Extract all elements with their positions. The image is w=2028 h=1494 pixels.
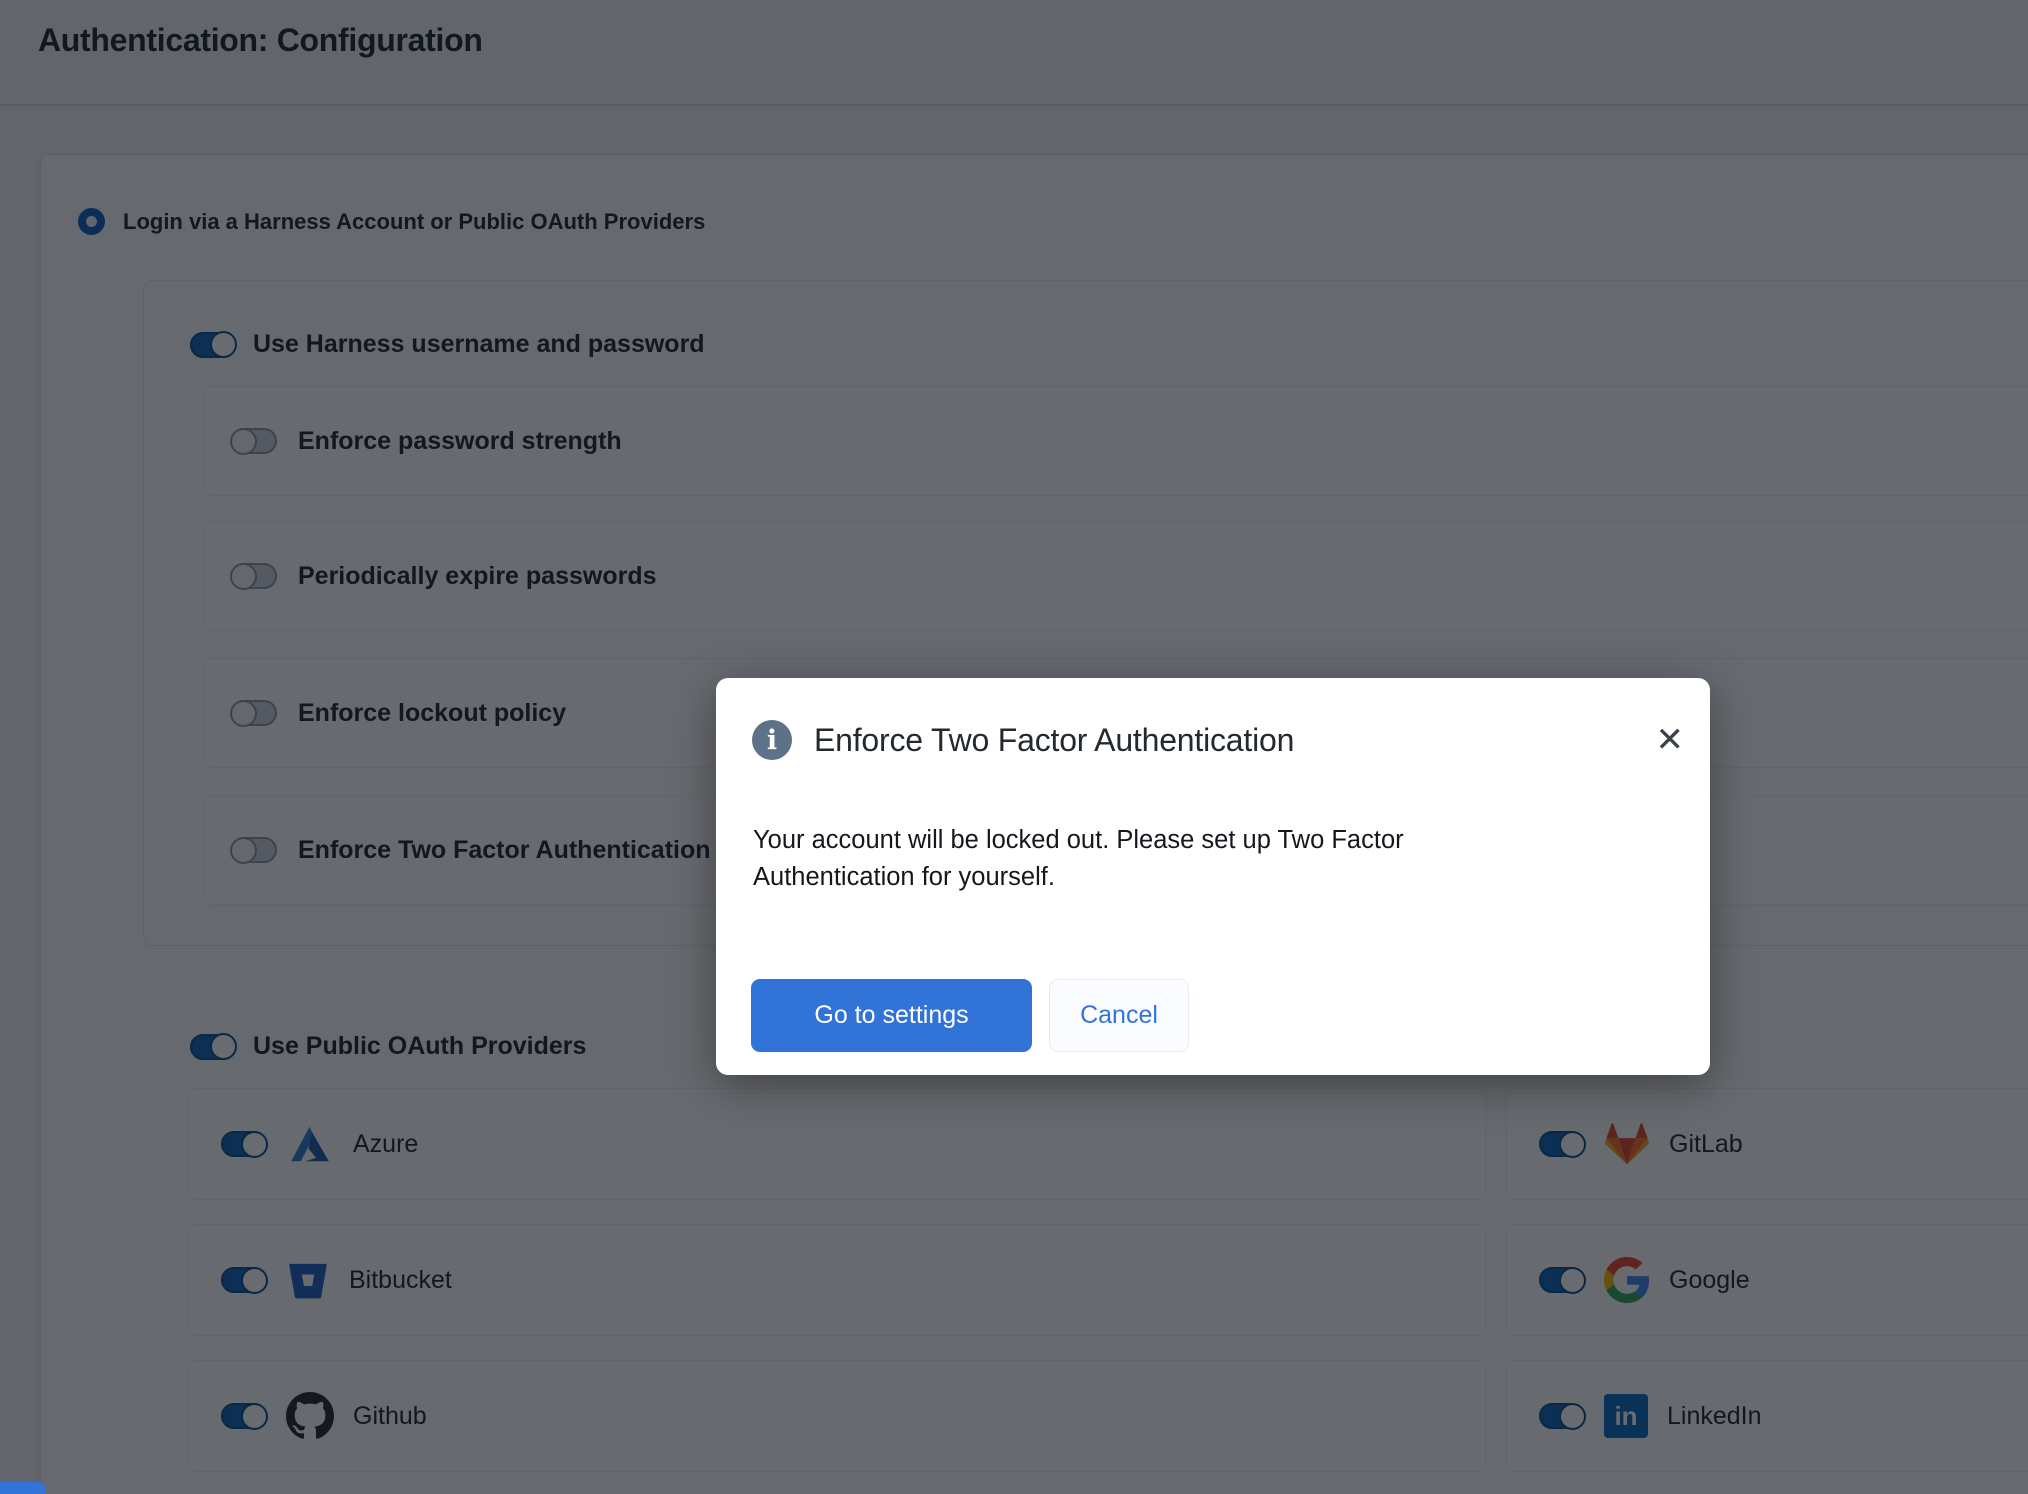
authentication-configuration-page: Authentication: Configuration Login via …: [0, 0, 2028, 1494]
close-icon[interactable]: ✕: [1656, 723, 1685, 757]
modal-title: Enforce Two Factor Authentication: [814, 722, 1294, 759]
info-icon: i: [752, 720, 792, 760]
go-to-settings-button[interactable]: Go to settings: [751, 979, 1032, 1052]
modal-header: i Enforce Two Factor Authentication ✕: [752, 720, 1684, 760]
cancel-button[interactable]: Cancel: [1049, 979, 1189, 1052]
bottom-left-button-sliver[interactable]: [0, 1482, 46, 1494]
modal-actions: Go to settings Cancel: [751, 979, 1189, 1052]
enforce-two-factor-modal: i Enforce Two Factor Authentication ✕ Yo…: [716, 678, 1710, 1075]
modal-body-text: Your account will be locked out. Please …: [753, 822, 1453, 896]
